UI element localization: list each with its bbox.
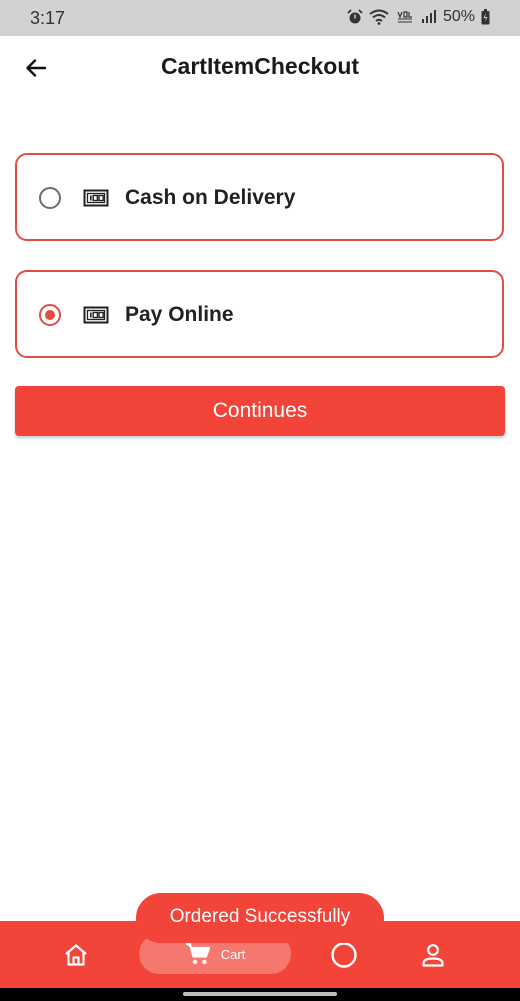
status-time: 3:17: [30, 8, 66, 28]
continue-button[interactable]: Continues: [15, 386, 505, 436]
person-icon: [422, 944, 444, 967]
payment-option-pay-online[interactable]: Pay Online: [15, 270, 504, 358]
cart-icon: [185, 942, 210, 965]
gesture-handle[interactable]: [183, 992, 337, 996]
option-label-pay-online: Pay Online: [125, 303, 234, 326]
wifi-icon: [369, 9, 389, 25]
radio-pay-online[interactable]: [39, 304, 61, 326]
money-icon: [83, 306, 109, 324]
signal-icon: [421, 10, 436, 23]
nav-profile[interactable]: [413, 937, 453, 973]
nav-home[interactable]: [56, 937, 96, 973]
home-icon: [65, 944, 87, 966]
app-bar: CartItemCheckout: [0, 36, 520, 98]
toast-message: Ordered Successfully: [136, 893, 384, 943]
gesture-bar: [0, 988, 520, 1001]
payment-option-cash-on-delivery[interactable]: Cash on Delivery: [15, 153, 504, 241]
volte-icon: [397, 11, 412, 23]
status-bar: 3:17 50%: [0, 0, 520, 36]
circle-icon: [331, 942, 357, 968]
radio-cash-on-delivery[interactable]: [39, 187, 61, 209]
option-label-cash-on-delivery: Cash on Delivery: [125, 186, 296, 209]
alarm-icon: [347, 9, 363, 24]
battery-percent: 50%: [442, 8, 475, 25]
battery-icon: [481, 9, 490, 25]
status-icons: 50%: [347, 8, 490, 26]
page-title: CartItemCheckout: [160, 53, 360, 79]
money-icon: [83, 189, 109, 207]
nav-cart-label: Cart: [220, 946, 246, 962]
